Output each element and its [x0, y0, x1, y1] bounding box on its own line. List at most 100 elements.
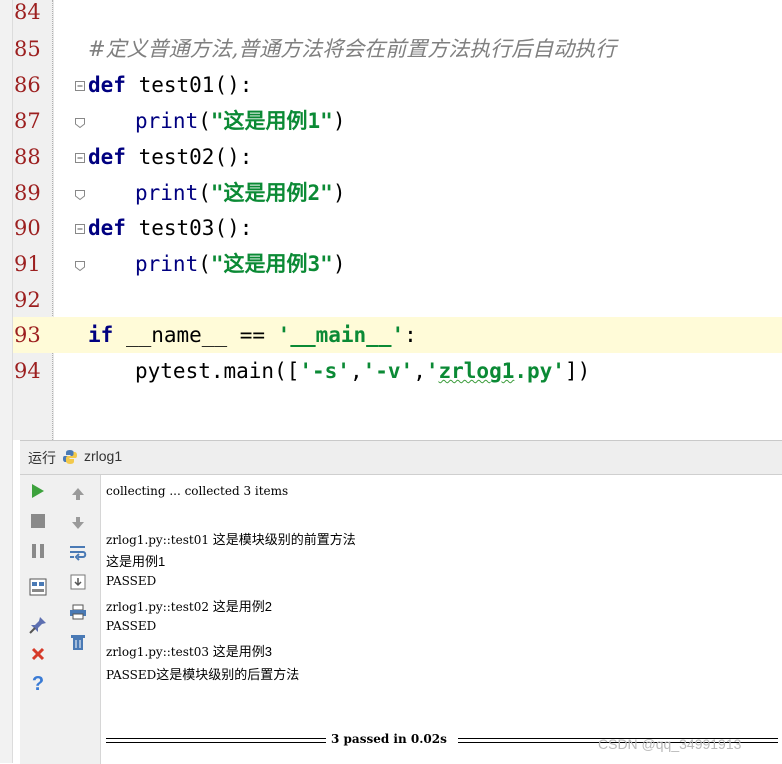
trash-icon[interactable]	[67, 631, 89, 653]
stop-icon[interactable]	[27, 510, 49, 532]
test-output: 这是用例1	[106, 554, 166, 569]
python-icon	[62, 449, 78, 465]
name-comparison: __name__ ==	[113, 323, 278, 347]
keyword: def	[88, 145, 126, 169]
string-quote: '	[425, 359, 439, 383]
console-line: PASSED这是模块级别的后置方法	[106, 664, 299, 683]
left-tool-strip	[0, 0, 13, 763]
test-id: zrlog1.py::test01	[106, 533, 213, 547]
console-line: zrlog1.py::test03 这是用例3	[106, 641, 272, 660]
code-line-85: 85 #定义普通方法,普通方法将会在前置方法执行后自动执行	[0, 31, 782, 67]
call-prefix: pytest.main([	[135, 359, 300, 383]
call-suffix: ])	[564, 359, 591, 383]
keyword: if	[88, 323, 114, 347]
builtin-print: print	[135, 109, 199, 133]
code-line-90: 90 def test03():	[0, 210, 782, 246]
paren-open: (	[198, 109, 211, 133]
test-status: PASSED	[106, 668, 157, 682]
console-line: collecting ... collected 3 items	[106, 484, 289, 498]
paren-close: )	[332, 109, 346, 133]
fold-end-icon	[74, 189, 86, 201]
pause-icon[interactable]	[27, 540, 49, 562]
arrow-down-icon[interactable]	[67, 512, 89, 534]
line-number: 88	[14, 145, 41, 169]
builtin-print: print	[135, 252, 199, 276]
code-line-84: 84	[0, 0, 782, 33]
line-number: 92	[14, 288, 41, 312]
code-editor[interactable]: 84 85 #定义普通方法,普通方法将会在前置方法执行后自动执行 86 def …	[0, 0, 782, 440]
fold-minus-icon[interactable]	[74, 152, 86, 164]
console-line: zrlog1.py::test02 这是用例2	[106, 596, 272, 615]
watermark: CSDN @qq_34991913	[598, 736, 742, 752]
string-literal: "这是用例1"	[210, 109, 333, 133]
colon: :	[404, 323, 417, 347]
divider	[106, 738, 326, 743]
string-literal: '__main__'	[277, 323, 405, 347]
line-number: 86	[14, 73, 41, 97]
code-line-93-current: 93 if __name__ == '__main__':	[0, 317, 782, 353]
code-line-94: 94 pytest.main(['-s','-v','zrlog1.py'])	[0, 353, 782, 389]
line-number: 85	[14, 37, 41, 61]
line-number: 93	[14, 323, 41, 347]
layout-icon[interactable]	[27, 576, 49, 598]
code-line-87: 87 print("这是用例1")	[0, 103, 782, 139]
console-output[interactable]: collecting ... collected 3 items zrlog1.…	[101, 475, 782, 764]
paren-close: )	[332, 181, 346, 205]
string-literal: "这是用例3"	[210, 252, 333, 276]
string-typo-underlined: zrlog1	[438, 359, 515, 383]
string-literal: '-v'	[362, 359, 414, 383]
line-number: 87	[14, 109, 41, 133]
code-line-91: 91 print("这是用例3")	[0, 246, 782, 282]
paren-close: )	[332, 252, 346, 276]
test-output: 这是模块级别的前置方法	[212, 532, 356, 547]
code-line-92: 92	[0, 282, 782, 318]
console-line: 这是用例1	[106, 551, 165, 570]
paren-open: (	[198, 181, 211, 205]
code-line-89: 89 print("这是用例2")	[0, 175, 782, 211]
run-tool-header[interactable]: 运行 zrlog1	[20, 441, 782, 475]
test-output: 这是用例3	[212, 644, 273, 659]
code-line-88: 88 def test02():	[0, 139, 782, 175]
function-signature: test02():	[125, 145, 253, 169]
fold-end-icon	[74, 117, 86, 129]
keyword: def	[88, 73, 126, 97]
builtin-print: print	[135, 181, 199, 205]
keyword: def	[88, 216, 126, 240]
paren-open: (	[198, 252, 211, 276]
comment-text: #定义普通方法,普通方法将会在前置方法执行后自动执行	[88, 37, 617, 61]
run-tool-window: 运行 zrlog1 ? collecting ... collected 3 i…	[20, 440, 782, 764]
run-icon[interactable]	[27, 480, 49, 502]
string-literal: .py'	[514, 359, 565, 383]
comma: ,	[349, 359, 363, 383]
close-icon[interactable]	[27, 643, 49, 665]
test-output: 这是用例2	[212, 599, 273, 614]
scroll-to-end-icon[interactable]	[67, 571, 89, 593]
summary-text: 3 passed in 0.02s	[327, 732, 451, 746]
test-output: 这是模块级别的后置方法	[156, 667, 300, 682]
run-label: 运行	[28, 450, 56, 466]
string-literal: '-s'	[299, 359, 350, 383]
line-number: 90	[14, 216, 41, 240]
line-number: 91	[14, 252, 41, 276]
help-icon[interactable]: ?	[27, 673, 49, 695]
pin-icon[interactable]	[27, 614, 49, 636]
fold-minus-icon[interactable]	[74, 80, 86, 92]
run-toolbar-secondary	[56, 475, 101, 764]
test-id: zrlog1.py::test03	[106, 645, 213, 659]
test-id: zrlog1.py::test02	[106, 600, 213, 614]
fold-minus-icon[interactable]	[74, 223, 86, 235]
line-number: 89	[14, 181, 41, 205]
comma: ,	[413, 359, 426, 383]
run-config-name: zrlog1	[84, 448, 123, 464]
soft-wrap-icon[interactable]	[67, 542, 89, 564]
arrow-up-icon[interactable]	[67, 483, 89, 505]
line-number: 94	[14, 359, 41, 383]
code-line-86: 86 def test01():	[0, 67, 782, 103]
line-number: 84	[14, 0, 41, 24]
print-icon[interactable]	[67, 601, 89, 623]
function-signature: test03():	[125, 216, 253, 240]
run-toolbar-primary: ?	[20, 475, 56, 764]
console-line: PASSED	[106, 619, 157, 633]
function-signature: test01():	[125, 73, 253, 97]
console-line: zrlog1.py::test01 这是模块级别的前置方法	[106, 529, 356, 548]
